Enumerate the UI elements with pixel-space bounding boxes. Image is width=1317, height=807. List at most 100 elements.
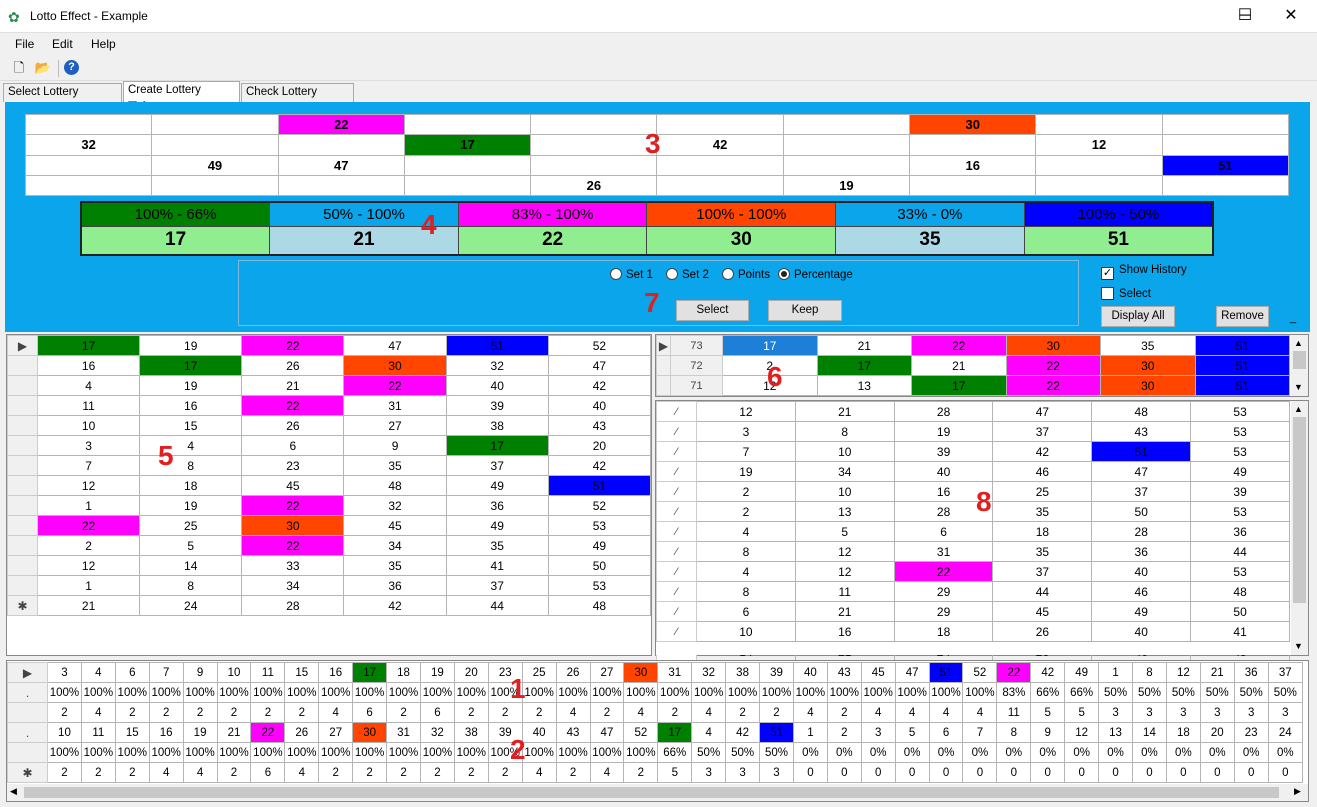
history-row[interactable]: ▶ 73 17 21 22 30 35 51 bbox=[656, 335, 1290, 356]
board-cell[interactable] bbox=[1035, 174, 1163, 197]
row-marker[interactable]: ▶ bbox=[656, 335, 671, 356]
board-cell[interactable] bbox=[277, 174, 405, 197]
board-cell[interactable] bbox=[656, 154, 784, 176]
result-cell[interactable]: 22 bbox=[893, 561, 994, 582]
statistics-cell[interactable]: 100% bbox=[216, 742, 252, 763]
statistics-cell[interactable]: 0% bbox=[860, 742, 896, 763]
statistics-cell[interactable]: 0 bbox=[1267, 762, 1304, 783]
statistics-cell[interactable]: 6 bbox=[419, 702, 455, 723]
statistics-cell[interactable]: 100% bbox=[47, 742, 82, 763]
board-cell[interactable] bbox=[1161, 113, 1290, 136]
statistics-cell[interactable]: 0% bbox=[1267, 742, 1304, 763]
statistics-cell[interactable]: 21 bbox=[216, 722, 252, 743]
statistics-cell[interactable]: 100% bbox=[453, 742, 489, 763]
statistics-cell[interactable]: 100% bbox=[182, 742, 218, 763]
statistics-row[interactable]: ▶ 3 4 6 7 9 10 11 15 16 17 18 19 20 23 25 26 27 30 31 32 38 39… bbox=[7, 662, 1304, 683]
result-cell[interactable]: 6 bbox=[893, 521, 994, 542]
statistics-cell[interactable]: 17 bbox=[657, 722, 693, 743]
statistics-cell[interactable]: 2 bbox=[521, 702, 557, 723]
board-cell[interactable] bbox=[1035, 113, 1163, 136]
statistics-cell[interactable]: 0 bbox=[1233, 762, 1269, 783]
statistics-cell[interactable]: 100% bbox=[386, 682, 421, 703]
statistics-cell[interactable]: 2 bbox=[386, 702, 421, 723]
statistics-cell[interactable]: 22 bbox=[996, 662, 1032, 683]
ticket-cell[interactable]: 22 bbox=[241, 335, 345, 356]
ticket-cell[interactable]: 47 bbox=[547, 355, 652, 376]
row-header[interactable]: ⁄ bbox=[656, 581, 697, 602]
row-header[interactable] bbox=[7, 555, 38, 576]
ticket-row[interactable]: ✱ 21 24 28 42 44 48 bbox=[7, 595, 652, 616]
ticket-cell[interactable]: 52 bbox=[547, 335, 652, 356]
radio-points[interactable]: Points bbox=[722, 268, 770, 281]
statistics-cell[interactable]: 0% bbox=[1132, 742, 1167, 763]
statistics-cell[interactable]: 100% bbox=[860, 682, 896, 703]
ticket-cell[interactable]: 16 bbox=[36, 355, 141, 376]
result-cell[interactable]: 28 bbox=[893, 401, 994, 422]
tab-select-lottery-numbers[interactable]: Select Lottery Numbers bbox=[3, 83, 122, 115]
board-cell[interactable]: 19 bbox=[782, 174, 911, 197]
row-header[interactable]: ⁄ bbox=[656, 621, 697, 642]
scroll-up-icon[interactable]: ▲ bbox=[1294, 338, 1303, 348]
result-cell[interactable]: 19 bbox=[696, 461, 796, 482]
result-cell[interactable]: 53 bbox=[1190, 441, 1290, 462]
result-cell[interactable]: 51 bbox=[1091, 441, 1192, 462]
open-folder-icon[interactable]: 📂 bbox=[34, 60, 52, 76]
range-cell[interactable]: 33% - 0% bbox=[835, 201, 1025, 227]
row-header[interactable] bbox=[7, 355, 38, 376]
board-cell[interactable]: 26 bbox=[530, 174, 658, 197]
ticket-row[interactable]: 7 8 23 35 37 42 bbox=[7, 455, 652, 476]
ticket-cell[interactable]: 37 bbox=[445, 455, 549, 476]
result-row[interactable]: ⁄ 3 8 19 37 43 53 bbox=[656, 421, 1290, 442]
row-header[interactable] bbox=[7, 455, 38, 476]
board-cell[interactable]: 42 bbox=[656, 134, 784, 156]
scroll-right-icon[interactable]: ▶ bbox=[1294, 786, 1301, 797]
statistics-cell[interactable]: 4 bbox=[589, 762, 625, 783]
result-cell[interactable]: 10 bbox=[696, 621, 796, 642]
ticket-cell[interactable]: 37 bbox=[445, 575, 549, 596]
row-marker[interactable] bbox=[656, 355, 671, 376]
board-cell[interactable] bbox=[151, 113, 279, 136]
ticket-cell[interactable]: 35 bbox=[445, 535, 549, 556]
statistics-cell[interactable]: 7 bbox=[962, 722, 998, 743]
row-header[interactable]: ⁄ bbox=[656, 521, 697, 542]
statistics-row[interactable]: 100% 100% 100% 100% 100% 100% 100% 100% 100% 100%… bbox=[7, 742, 1304, 763]
result-cell[interactable]: 46 bbox=[992, 461, 1093, 482]
history-cell[interactable]: 30 bbox=[1100, 355, 1196, 376]
row-header[interactable]: ⁄ bbox=[656, 481, 697, 502]
history-cell[interactable]: 35 bbox=[1100, 335, 1196, 356]
ticket-cell[interactable]: 15 bbox=[139, 415, 243, 436]
statistics-cell[interactable]: 100% bbox=[80, 682, 116, 703]
row-header[interactable] bbox=[7, 415, 38, 436]
statistics-cell[interactable]: 9 bbox=[1030, 722, 1066, 743]
result-cell[interactable]: 49 bbox=[1190, 461, 1290, 482]
result-cell[interactable]: 18 bbox=[893, 621, 994, 642]
results-scroll-down-icon[interactable]: ▼ bbox=[1294, 641, 1303, 651]
statistics-cell[interactable]: 66% bbox=[1030, 682, 1066, 703]
board-cell[interactable] bbox=[403, 113, 532, 136]
statistics-cell[interactable]: 0% bbox=[1030, 742, 1066, 763]
history-cell[interactable]: 30 bbox=[1005, 335, 1101, 356]
results-grid[interactable]: ⁄ 12 21 28 47 48 53 ⁄ 3 8 19 37 43 53 ⁄ 7 10 39 42 51 53 ⁄ 19 3… bbox=[656, 401, 1290, 662]
ticket-cell[interactable]: 24 bbox=[139, 595, 243, 616]
history-cell[interactable]: 51 bbox=[1194, 335, 1290, 356]
statistics-cell[interactable]: 42 bbox=[725, 722, 761, 743]
statistics-cell[interactable]: 2 bbox=[759, 702, 794, 723]
ticket-cell[interactable]: 49 bbox=[445, 515, 549, 536]
board-cell[interactable]: 12 bbox=[1035, 134, 1163, 156]
ticket-cell[interactable]: 49 bbox=[547, 535, 652, 556]
ticket-cell[interactable]: 26 bbox=[241, 355, 345, 376]
statistics-cell[interactable]: 2 bbox=[555, 762, 591, 783]
ticket-cell[interactable]: 22 bbox=[343, 375, 447, 396]
statistics-cell[interactable]: 100% bbox=[928, 682, 964, 703]
statistics-cell[interactable]: 18 bbox=[1165, 722, 1201, 743]
remove-button[interactable]: Remove bbox=[1216, 306, 1269, 327]
statistics-cell[interactable]: 100% bbox=[216, 682, 252, 703]
row-header[interactable] bbox=[7, 395, 38, 416]
ticket-cell[interactable]: 39 bbox=[445, 395, 549, 416]
statistics-cell[interactable]: 100% bbox=[521, 682, 557, 703]
history-cell[interactable]: 17 bbox=[722, 335, 818, 356]
ticket-cell[interactable]: 32 bbox=[343, 495, 447, 516]
statistics-cell[interactable]: 100% bbox=[589, 742, 625, 763]
ticket-row[interactable]: 11 16 22 31 39 40 bbox=[7, 395, 652, 416]
statistics-cell[interactable]: 3 bbox=[1267, 702, 1304, 723]
